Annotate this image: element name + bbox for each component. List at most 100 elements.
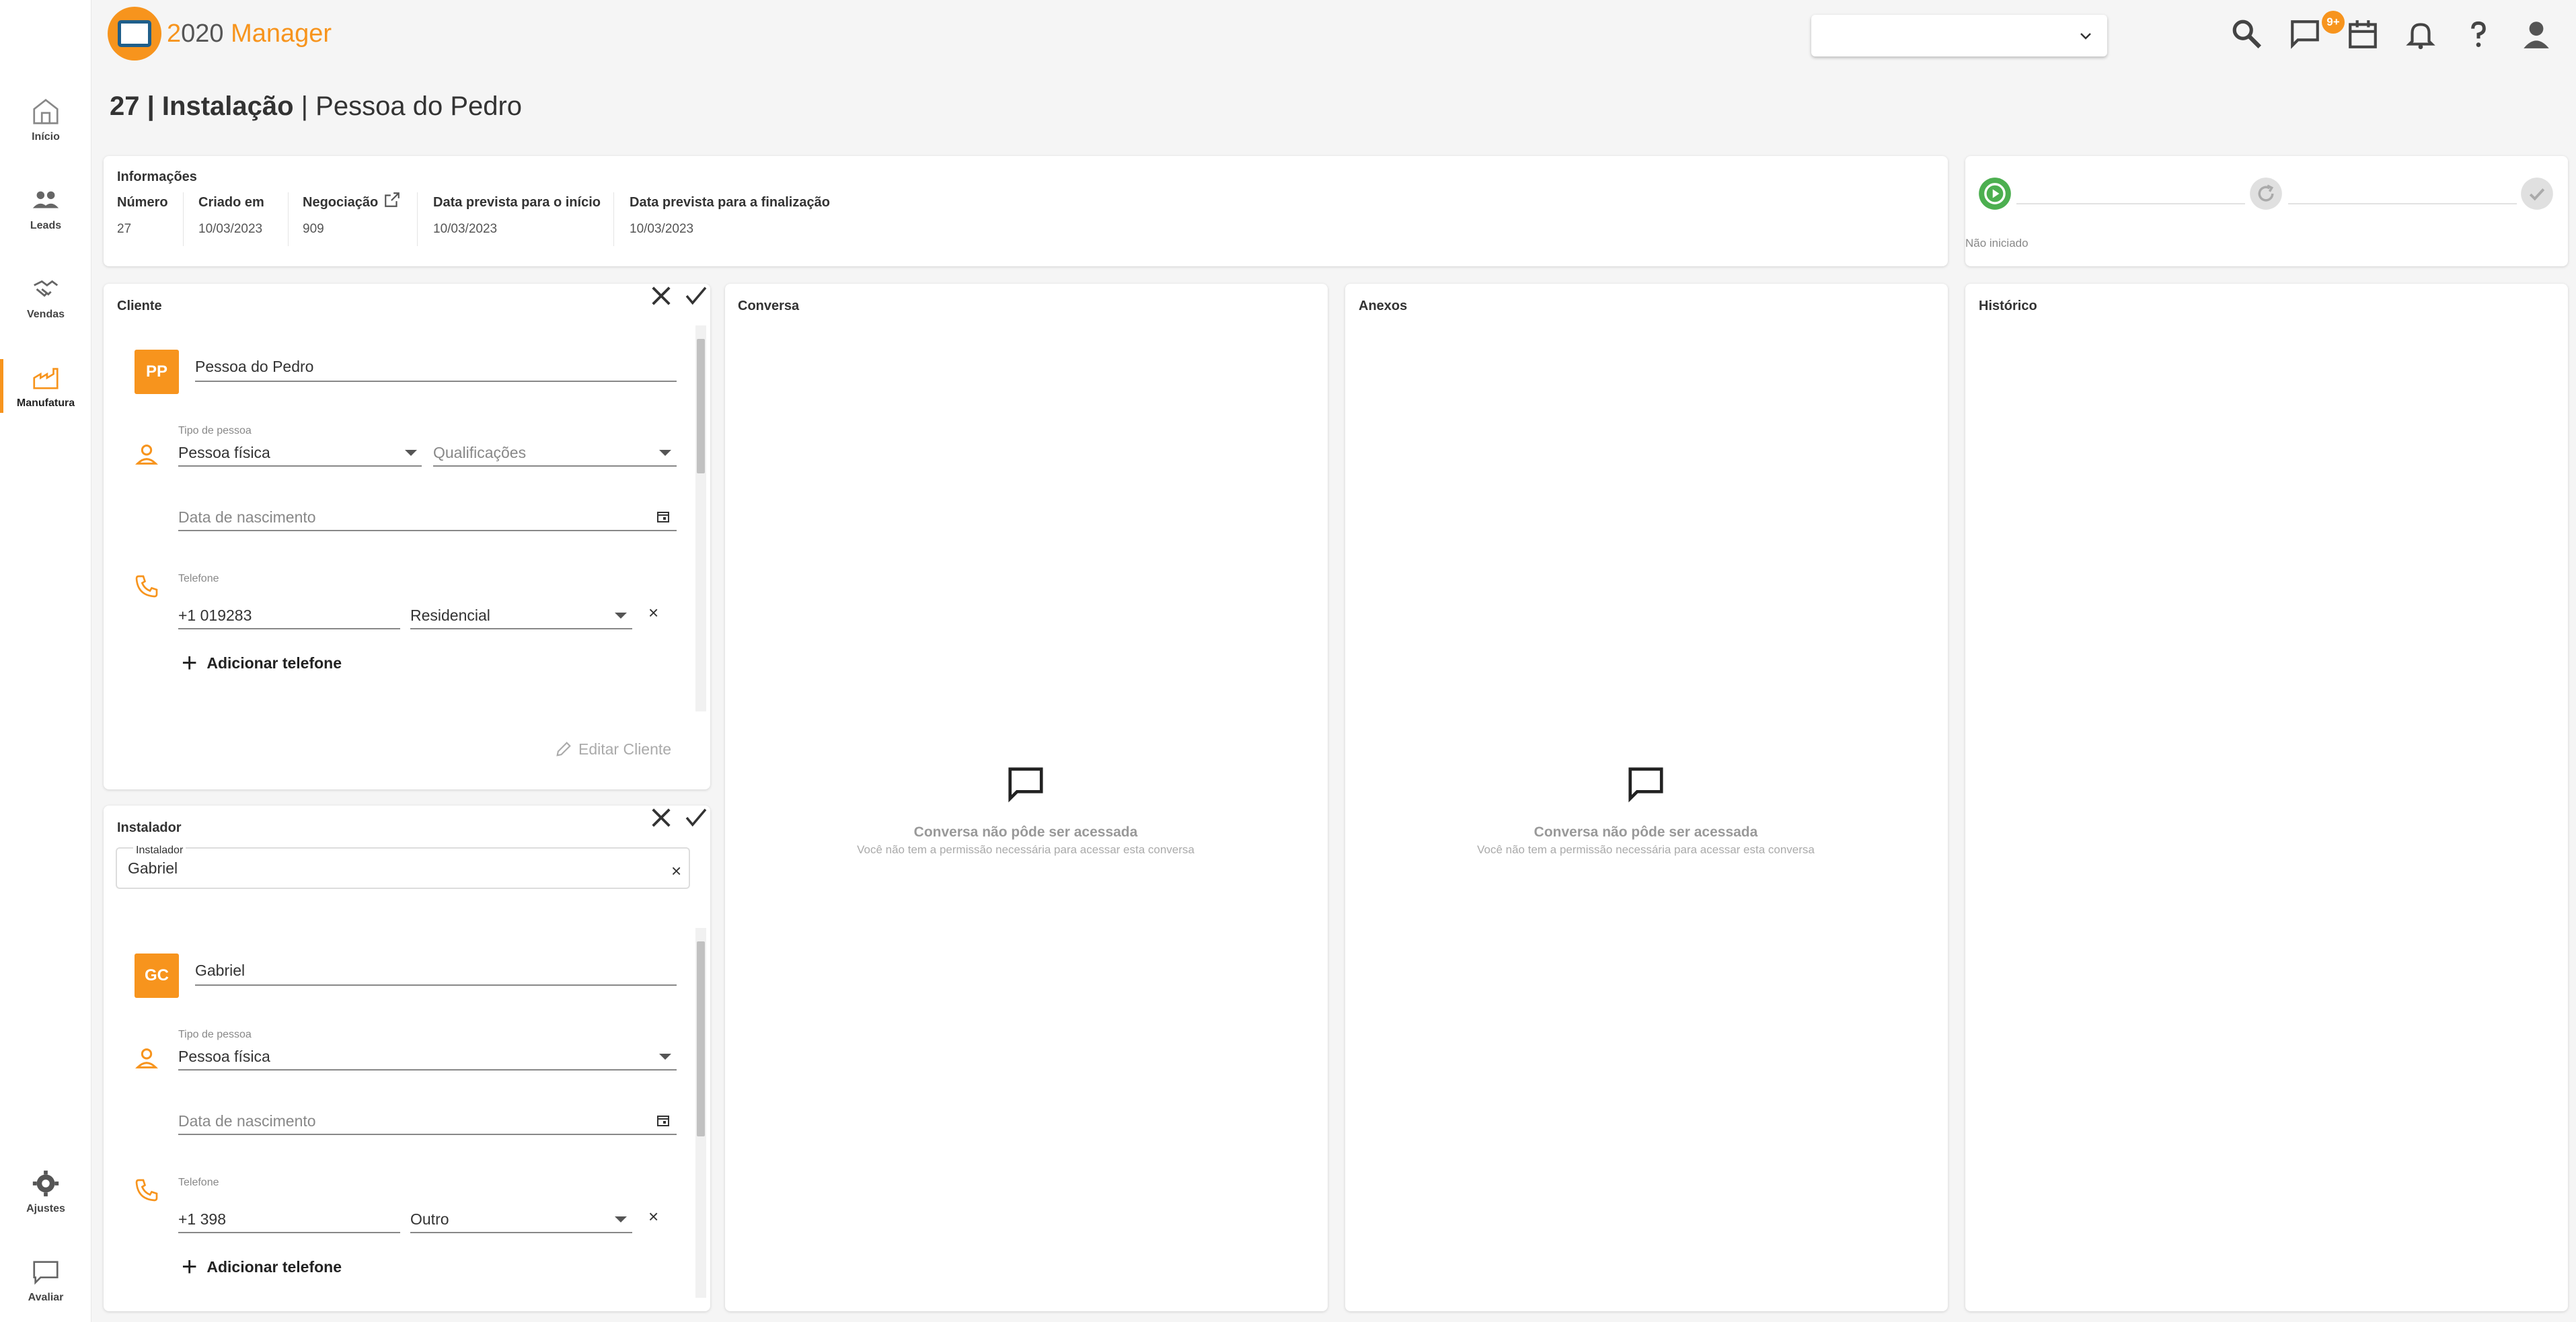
nascimento-field[interactable]: Data de nascimento [178,508,316,527]
instalador-select[interactable] [116,847,690,889]
phone-icon [135,575,158,598]
info-criado: Criado em 10/03/2023 [198,195,264,236]
edit-client-label: Editar Cliente [578,740,672,758]
progress-card [1965,156,2568,266]
scrollbar[interactable] [695,325,706,711]
empty-subtitle: Você não tem a permissão necessária para… [857,843,1195,856]
field-underline [195,984,677,986]
dropdown-caret [615,613,627,619]
remove-phone-icon[interactable]: × [648,1206,658,1227]
qualificacoes-select[interactable]: Qualificações [433,444,526,462]
sidebar-item-label: Avaliar [28,1292,64,1303]
add-phone-label: Adicionar telefone [206,654,342,672]
instalador-name-field[interactable]: Gabriel [195,962,245,980]
dropdown-caret [405,450,417,456]
avatar: PP [135,350,179,394]
app-logo[interactable]: 2020 Manager [108,7,332,61]
edit-client-button[interactable]: Editar Cliente [554,740,671,759]
add-phone-button[interactable]: + Adicionar telefone [182,650,342,676]
tipo-pessoa-select[interactable]: Pessoa física [178,444,270,462]
close-icon[interactable] [647,804,675,832]
cliente-name-field[interactable]: Pessoa do Pedro [195,358,313,376]
remove-phone-icon[interactable]: × [648,602,658,623]
person-icon [135,1048,158,1068]
progress-line [2016,203,2245,204]
check-icon[interactable] [682,282,710,310]
user-icon[interactable] [2520,17,2553,51]
handshake-icon [34,280,59,297]
nascimento-field[interactable]: Data de nascimento [178,1112,316,1130]
instalador-select-label: Instalador [133,845,186,857]
calendar-small-icon[interactable] [655,508,671,524]
page-title: 27 | Instalação | Pessoa do Pedro [110,91,523,121]
sidebar-item-label: Início [32,131,60,143]
plus-icon: + [182,1252,198,1282]
tipo-label: Tipo de pessoa [178,425,252,436]
bell-icon[interactable] [2404,17,2437,51]
divider [417,192,418,246]
chevron-down-icon [2080,33,2091,40]
top-select[interactable] [1811,15,2107,56]
field-underline [433,465,677,467]
add-phone-label: Adicionar telefone [206,1257,342,1276]
field-underline [178,1134,677,1135]
info-inicio: Data prevista para o início 10/03/2023 [433,195,601,236]
pencil-icon [556,742,571,756]
telefone-input[interactable]: +1 019283 [178,607,252,625]
sidebar-item-inicio[interactable]: Início [0,86,91,153]
clear-icon[interactable]: × [671,861,681,882]
field-underline [178,628,400,629]
home-icon [33,99,59,124]
historico-title: Histórico [1979,299,2037,313]
field-underline [178,1069,677,1071]
close-icon[interactable] [647,282,675,310]
check-icon[interactable] [682,804,710,832]
instalador-select-value: Gabriel [128,859,178,877]
chat-icon [1628,767,1663,803]
sidebar-item-vendas[interactable]: Vendas [0,264,91,331]
sidebar-item-avaliar[interactable]: Avaliar [0,1247,91,1314]
conversa-empty-state: Conversa não pôde ser acessada Você não … [824,824,1227,857]
people-icon [32,191,59,208]
feedback-icon [33,1261,59,1285]
avatar: GC [135,954,179,998]
field-underline [178,465,422,467]
search-icon[interactable] [2230,17,2264,51]
field-underline [410,628,632,629]
tipo-pessoa-select[interactable]: Pessoa física [178,1048,270,1066]
cliente-title: Cliente [117,299,162,313]
refresh-circle-icon [2250,178,2282,210]
tipo-label: Tipo de pessoa [178,1029,252,1040]
phone-icon [135,1179,158,1202]
external-link-icon[interactable] [383,191,401,208]
telefone-tipo-select[interactable]: Residencial [410,607,490,625]
add-phone-button[interactable]: + Adicionar telefone [182,1253,342,1280]
factory-icon [33,368,59,389]
telefone-input[interactable]: +1 398 [178,1210,226,1229]
field-underline [178,1232,400,1233]
sidebar-item-manufatura[interactable]: Manufatura [0,352,91,420]
sidebar-item-label: Ajustes [26,1203,65,1214]
chat-icon [1008,767,1043,803]
empty-subtitle: Você não tem a permissão necessária para… [1477,843,1815,856]
sidebar-item-ajustes[interactable]: Ajustes [0,1158,91,1225]
info-title: Informações [117,169,197,184]
help-icon[interactable] [2462,17,2495,51]
conversa-title: Conversa [738,299,800,313]
play-circle-icon[interactable] [1977,176,2012,211]
sidebar-item-label: Manufatura [16,397,75,409]
progress-status: Não iniciado [1965,237,2029,249]
sidebar-item-leads[interactable]: Leads [0,175,91,242]
field-underline [195,381,677,382]
scrollbar[interactable] [695,928,706,1298]
calendar-small-icon[interactable] [655,1112,671,1128]
chat-icon[interactable] [2288,17,2322,51]
anexos-title: Anexos [1359,299,1408,313]
anexos-empty-state: Conversa não pôde ser acessada Você não … [1444,824,1848,857]
telefone-tipo-select[interactable]: Outro [410,1210,449,1229]
calendar-icon[interactable] [2346,17,2380,51]
dropdown-caret [615,1216,627,1222]
sidebar: Início Leads Vendas Manufatura Ajustes A… [0,0,91,1322]
info-card [104,156,1948,266]
instalador-title: Instalador [117,820,182,835]
